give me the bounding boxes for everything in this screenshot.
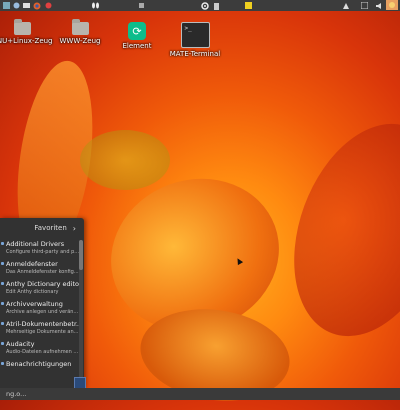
menu-item-atril[interactable]: Atril-Dokumentenbetr... Mehrseitige Doku… — [0, 318, 84, 338]
application-menu: Favoriten › Additional Drivers Configure… — [0, 218, 84, 388]
menu-scrollbar[interactable] — [79, 240, 83, 380]
menu-item-title: Additional Drivers — [6, 240, 65, 248]
desktop-icon-mate-terminal[interactable]: MATE-Terminal — [160, 22, 230, 58]
menu-icon[interactable] — [2, 1, 10, 10]
app-icon — [1, 342, 4, 345]
network-status-icon[interactable] — [360, 1, 368, 10]
wallpaper-petal — [266, 102, 400, 358]
menu-item-audacity[interactable]: Audacity Audio-Dateien aufnehmen ... — [0, 338, 84, 358]
menu-item-description: Configure third-party and p... — [6, 249, 80, 255]
volume-icon[interactable] — [374, 1, 383, 10]
bottom-panel: ng.o... — [0, 388, 400, 400]
network-icon[interactable] — [12, 1, 20, 10]
menu-item-description: Edit Anthy dictionary — [6, 289, 59, 295]
footprints-icon[interactable] — [90, 1, 100, 10]
menu-item-title: Archivverwaltung — [6, 300, 63, 308]
menu-item-benachrichtigungen[interactable]: Benachrichtigungen — [0, 358, 84, 378]
menu-item-title: Audacity — [6, 340, 35, 348]
menu-item-description: Archive anlegen und verän... — [6, 309, 79, 315]
app-launcher-icon[interactable] — [44, 1, 52, 10]
app-icon — [1, 282, 4, 285]
menu-item-description: Mehrseitige Dokumente an... — [6, 329, 79, 335]
taskbar-status-text[interactable]: ng.o... — [6, 390, 26, 398]
folder-icon — [13, 19, 31, 35]
menu-item-title: Anmeldefenster — [6, 260, 58, 268]
menu-item-description: Audio-Dateien aufnehmen ... — [6, 349, 79, 355]
settings-icon[interactable] — [200, 1, 209, 10]
app-icon — [1, 362, 4, 365]
menu-item-title: Benachrichtigungen — [6, 360, 72, 368]
menu-item-description: Das Anmeldefenster konfig... — [6, 269, 79, 275]
chevron-right-icon: › — [72, 223, 76, 233]
browser-icon[interactable] — [32, 1, 41, 10]
menu-item-additional-drivers[interactable]: Additional Drivers Configure third-party… — [0, 238, 84, 258]
weather-icon[interactable] — [386, 0, 398, 10]
menu-item-title: Anthy Dictionary editor — [6, 280, 82, 288]
app-icon — [1, 262, 4, 265]
menu-scrollbar-thumb[interactable] — [79, 240, 83, 270]
app-icon — [1, 322, 4, 325]
folder-icon — [71, 19, 89, 35]
favorites-button[interactable]: Favoriten › — [0, 218, 84, 238]
note-icon[interactable] — [244, 1, 252, 10]
terminal-icon — [180, 22, 210, 48]
wallpaper-flower-center — [80, 130, 170, 190]
menu-item-title: Atril-Dokumentenbetr... — [6, 320, 83, 328]
menu-item-anthy-dictionary-editor[interactable]: Anthy Dictionary editor Edit Anthy dicti… — [0, 278, 84, 298]
trash-icon[interactable] — [212, 1, 220, 10]
file-manager-icon[interactable] — [22, 1, 30, 10]
app-icon — [1, 302, 4, 305]
panel-applet-icon[interactable] — [137, 1, 145, 10]
app-icon — [1, 242, 4, 245]
element-app-icon: ⟳ — [128, 22, 146, 40]
favorites-label: Favoriten — [34, 224, 67, 232]
menu-item-anmeldefenster[interactable]: Anmeldefenster Das Anmeldefenster konfig… — [0, 258, 84, 278]
top-panel — [0, 0, 400, 11]
desktop-icon-label: MATE-Terminal — [169, 50, 221, 58]
menu-item-archivverwaltung[interactable]: Archivverwaltung Archive anlegen und ver… — [0, 298, 84, 318]
tray-icon[interactable] — [341, 1, 350, 10]
